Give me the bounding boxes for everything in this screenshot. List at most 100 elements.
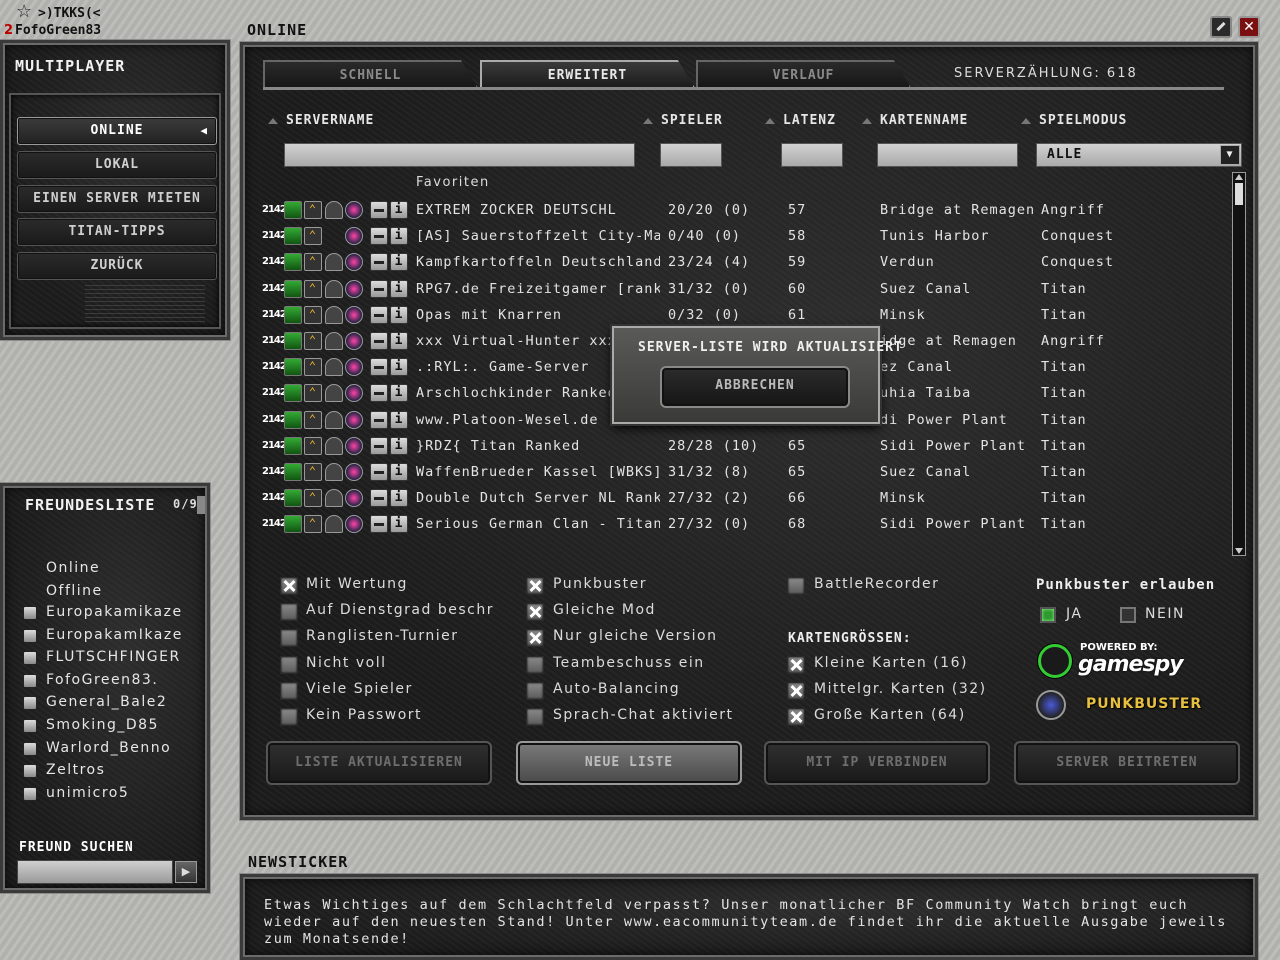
filter-servername-input[interactable] bbox=[284, 143, 635, 167]
nav-lokal[interactable]: LOKAL bbox=[17, 151, 217, 179]
checkbox-filters_col1-5[interactable] bbox=[280, 708, 298, 726]
close-button[interactable]: ✕ bbox=[1238, 16, 1260, 38]
server-info-icon[interactable]: i bbox=[390, 332, 408, 350]
new-list-button[interactable]: NEUE LISTE bbox=[516, 741, 742, 785]
nav-zurueck[interactable]: ZURÜCK bbox=[17, 252, 217, 280]
server-row[interactable]: 2142 ⌃ i [AS] Sauerstoffzelt City-Maps 0/40 … bbox=[262, 225, 1232, 249]
checkbox-filters_col1-2[interactable] bbox=[280, 629, 298, 648]
filter-latenz-input[interactable] bbox=[781, 143, 843, 167]
favorite-remove-icon[interactable] bbox=[370, 436, 388, 455]
checkbox-filters_col2-0[interactable] bbox=[526, 577, 544, 595]
server-row[interactable]: 2142 ⌃ i Serious German Clan - Titan 27/32 (… bbox=[262, 513, 1232, 537]
favorite-remove-icon[interactable] bbox=[370, 489, 388, 508]
pb-yes-radio[interactable] bbox=[1040, 607, 1056, 623]
favorite-remove-icon[interactable] bbox=[370, 384, 388, 403]
filter-kartenname-input[interactable] bbox=[877, 143, 1018, 167]
server-row[interactable]: 2142 ⌃ i Opas mit Knarren 0/32 (0) 61 Minsk Tit… bbox=[262, 304, 1232, 328]
friends-scroll-icon[interactable] bbox=[197, 496, 205, 514]
sort-spieler-icon[interactable] bbox=[643, 118, 653, 124]
checkbox-map-size-0[interactable] bbox=[787, 656, 805, 674]
favorite-remove-icon[interactable] bbox=[370, 515, 388, 534]
cancel-update-button[interactable]: ABBRECHEN bbox=[660, 366, 850, 408]
col-servername[interactable]: SERVERNAME bbox=[286, 113, 374, 128]
scroll-down-icon[interactable] bbox=[1235, 548, 1243, 554]
checkbox-filters_col2-3[interactable] bbox=[526, 655, 544, 674]
server-info-icon[interactable]: i bbox=[390, 358, 408, 377]
favorite-remove-icon[interactable] bbox=[370, 410, 388, 429]
favorite-remove-icon[interactable] bbox=[370, 358, 388, 377]
friend-item[interactable]: Europakamikaze bbox=[23, 604, 183, 620]
friend-item[interactable]: unimicro5 bbox=[23, 785, 129, 801]
tab-schnell[interactable]: SCHNELL bbox=[263, 60, 478, 88]
server-row[interactable]: 2142 ⌃ i}RDZ{ Titan Ranked 28/28 (10) 65 Sidi… bbox=[262, 435, 1232, 459]
checkbox-filters_col1-0[interactable] bbox=[280, 577, 298, 595]
server-row[interactable]: 2142 ⌃ i Double Dutch Server NL Rank 27/32 (… bbox=[262, 487, 1232, 511]
filter-spielmodus-select[interactable]: ALLE ▼ bbox=[1036, 143, 1242, 167]
server-row[interactable]: 2142 ⌃ i WaffenBrueder Kassel [WBKS] 31/32 (… bbox=[262, 461, 1232, 485]
checkbox-filters_col2-5[interactable] bbox=[526, 708, 544, 726]
friend-item[interactable]: General_Bale2 bbox=[23, 694, 167, 711]
server-info-icon[interactable]: i bbox=[390, 515, 408, 534]
server-info-icon[interactable]: i bbox=[390, 201, 408, 219]
refresh-list-button[interactable]: LISTE AKTUALISIEREN bbox=[266, 741, 492, 785]
checkbox-filters_col1-1[interactable] bbox=[280, 603, 298, 622]
col-kartenname[interactable]: KARTENNAME bbox=[880, 113, 968, 128]
tab-erweitert[interactable]: ERWEITERT bbox=[480, 60, 695, 88]
nav-server-mieten[interactable]: EINEN SERVER MIETEN bbox=[17, 185, 217, 213]
sort-latenz-icon[interactable] bbox=[765, 118, 775, 124]
server-info-icon[interactable]: i bbox=[390, 410, 408, 429]
friend-search-input[interactable] bbox=[17, 860, 173, 884]
friend-group-online[interactable]: Online bbox=[46, 560, 100, 576]
server-list-scrollbar[interactable] bbox=[1232, 172, 1246, 556]
sort-spielmodus-icon[interactable] bbox=[1021, 118, 1031, 124]
favorite-remove-icon[interactable] bbox=[370, 201, 388, 219]
checkbox-filters_col2-2[interactable] bbox=[526, 629, 544, 648]
favorite-remove-icon[interactable] bbox=[370, 332, 388, 350]
server-info-icon[interactable]: i bbox=[390, 253, 408, 272]
checkbox-battlerecorder[interactable] bbox=[787, 577, 805, 595]
checkbox-filters_col2-4[interactable] bbox=[526, 681, 544, 700]
server-info-icon[interactable]: i bbox=[390, 305, 408, 324]
friend-search-button[interactable]: ▶ bbox=[175, 861, 197, 883]
scroll-up-icon[interactable] bbox=[1235, 174, 1243, 180]
favorite-remove-icon[interactable] bbox=[370, 463, 388, 481]
server-info-icon[interactable]: i bbox=[390, 384, 408, 403]
favorite-remove-icon[interactable] bbox=[370, 305, 388, 324]
sort-kartenname-icon[interactable] bbox=[862, 118, 872, 124]
server-info-icon[interactable]: i bbox=[390, 436, 408, 455]
col-spieler[interactable]: SPIELER bbox=[661, 113, 723, 128]
friend-item[interactable]: Zeltros bbox=[23, 762, 105, 779]
favorite-remove-icon[interactable] bbox=[370, 279, 388, 298]
friend-item[interactable]: Warlord_Benno bbox=[23, 740, 171, 756]
checkbox-filters_col1-3[interactable] bbox=[280, 655, 298, 674]
tab-verlauf[interactable]: VERLAUF bbox=[696, 60, 911, 88]
checkbox-filters_col2-1[interactable] bbox=[526, 603, 544, 622]
col-latenz[interactable]: LATENZ bbox=[783, 113, 836, 128]
join-server-button[interactable]: SERVER BEITRETEN bbox=[1014, 741, 1240, 785]
favorite-remove-icon[interactable] bbox=[370, 253, 388, 272]
server-info-icon[interactable]: i bbox=[390, 227, 408, 246]
sort-servername-icon[interactable] bbox=[268, 118, 278, 124]
friend-group-offline[interactable]: Offline bbox=[46, 583, 103, 599]
server-row[interactable]: 2142 ⌃ i RPG7.de Freizeitgamer [ranke 31/32 … bbox=[262, 278, 1232, 302]
connect-ip-button[interactable]: MIT IP VERBINDEN bbox=[764, 741, 990, 785]
pb-no-radio[interactable] bbox=[1120, 607, 1136, 623]
checkbox-map-size-2[interactable] bbox=[787, 708, 805, 727]
server-info-icon[interactable]: i bbox=[390, 463, 408, 481]
server-row[interactable]: 2142 ⌃ i EXTREM ZOCKER DEUTSCHL 20/20 (0) 57 B… bbox=[262, 199, 1232, 223]
server-info-icon[interactable]: i bbox=[390, 489, 408, 508]
nav-titan-tipps[interactable]: TITAN-TIPPS bbox=[17, 218, 217, 246]
checkbox-map-size-1[interactable] bbox=[787, 682, 805, 701]
checkbox-filters_col1-4[interactable] bbox=[280, 681, 298, 700]
server-row[interactable]: 2142 ⌃ i Kampfkartoffeln Deutschland 23/24 (… bbox=[262, 251, 1232, 275]
favorite-remove-icon[interactable] bbox=[370, 227, 388, 246]
friend-item[interactable]: Smoking_D85 bbox=[23, 717, 159, 733]
friend-item[interactable]: FofoGreen83. bbox=[23, 672, 158, 688]
friend-item[interactable]: FLUTSCHFINGER bbox=[23, 649, 181, 666]
filter-spieler-input[interactable] bbox=[660, 143, 722, 167]
nav-online[interactable]: ONLINE ◀ bbox=[17, 117, 217, 145]
scrollbar-thumb[interactable] bbox=[1235, 183, 1243, 205]
minimize-button[interactable] bbox=[1210, 16, 1232, 38]
server-info-icon[interactable]: i bbox=[390, 279, 408, 298]
friend-item[interactable]: EuropakamIkaze bbox=[23, 627, 183, 643]
